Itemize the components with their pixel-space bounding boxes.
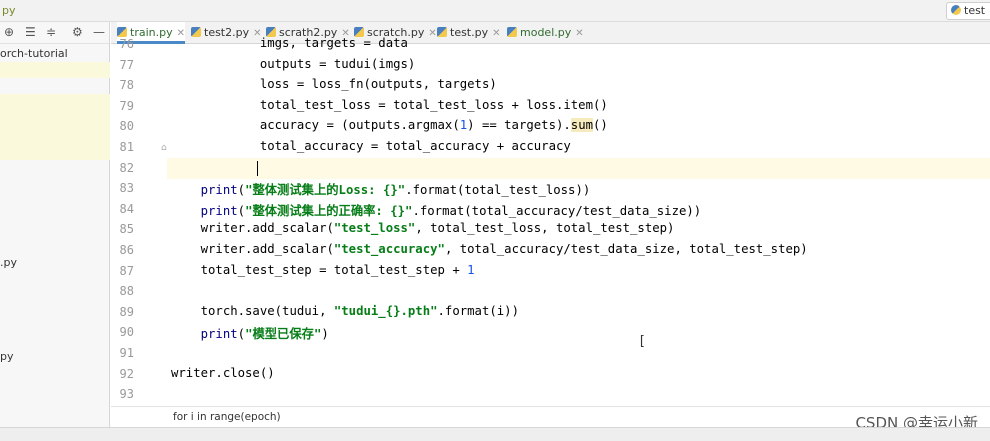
tab-model-py[interactable]: model.py ✕ [507, 22, 584, 44]
code-text: , total_accuracy/test_data_size, total_t… [444, 242, 808, 256]
line-number: 93 [119, 387, 134, 402]
code-text: torch.save(tudui, [171, 303, 334, 318]
tree-file-item[interactable]: .py [0, 256, 110, 269]
tab-test-py[interactable]: test.py ✕ [437, 22, 501, 44]
code-text: loss = loss_fn(outputs, targets) [171, 77, 497, 92]
code-text: accuracy = (outputs.argmax( [171, 118, 460, 133]
code-text: ( [237, 183, 246, 198]
code-line[interactable]: total_test_step = total_test_step + 1 [171, 263, 475, 277]
highlighted-token: sum [570, 118, 594, 133]
project-panel: ⊕ ☰ ≑ ⚙ — orch-tutorial .py py [0, 22, 110, 427]
line-number: 87 [119, 263, 134, 278]
string-token: "tudui_{}.pth" [333, 303, 438, 318]
collapse-all-icon[interactable]: ≑ [46, 25, 56, 39]
stray-bracket: [ [638, 334, 646, 349]
code-line[interactable]: total_test_loss = total_test_loss + loss… [171, 98, 608, 112]
tree-highlight [0, 62, 110, 78]
fold-marker-icon[interactable]: ⌂ [161, 143, 167, 153]
code-line[interactable]: total_accuracy = total_accuracy + accura… [171, 139, 571, 153]
tree-file-item[interactable]: py [0, 350, 110, 363]
line-number: 89 [119, 304, 134, 319]
code-text: writer.close() [171, 365, 275, 380]
line-number: 80 [119, 119, 134, 134]
code-line[interactable]: print("整体测试集上的Loss: {}".format(total_tes… [171, 180, 591, 198]
code-text: writer.add_scalar( [171, 242, 334, 256]
run-config-label: test [964, 4, 986, 17]
locate-target-icon[interactable]: ⊕ [4, 25, 14, 39]
line-number: 82 [119, 160, 134, 175]
string-token: "整体测试集上的Loss: {}" [245, 183, 406, 198]
string-token: "test_loss" [333, 221, 416, 236]
code-text: () [593, 118, 608, 133]
line-number: 88 [119, 284, 134, 299]
code-text: ) == targets). [467, 118, 571, 133]
code-line[interactable]: outputs = tudui(imgs) [171, 57, 415, 71]
builtin-token: print [200, 327, 238, 342]
run-config-selector[interactable]: test [946, 2, 990, 20]
python-file-icon [117, 27, 127, 37]
line-number: 90 [119, 325, 134, 340]
code-line[interactable]: writer.add_scalar("test_accuracy", total… [171, 242, 808, 256]
builtin-token: print [200, 203, 238, 218]
line-number: 79 [119, 98, 134, 113]
code-text: total_test_loss = total_test_loss + loss… [171, 97, 608, 112]
python-file-icon [951, 5, 961, 15]
gear-icon[interactable]: ⚙ [72, 25, 83, 39]
code-line[interactable]: accuracy = (outputs.argmax(1) == targets… [171, 118, 608, 133]
code-line[interactable]: imgs, targets = data [171, 36, 408, 50]
line-number: 91 [119, 346, 134, 360]
line-number: 86 [119, 243, 134, 257]
project-root-item[interactable]: orch-tutorial [0, 47, 110, 60]
line-number: 84 [119, 201, 134, 216]
string-token: "test_accuracy" [333, 242, 445, 256]
code-line[interactable]: print("模型已保存") [171, 324, 329, 342]
line-number: 77 [119, 57, 134, 72]
project-toolbar: ⊕ ☰ ≑ ⚙ — [0, 22, 109, 44]
code-text: imgs, targets = data [171, 36, 408, 50]
code-line[interactable]: torch.save(tudui, "tudui_{}.pth".format(… [171, 304, 519, 318]
builtin-token: print [200, 183, 238, 198]
code-text: outputs = tudui(imgs) [171, 56, 416, 71]
python-file-icon [437, 27, 447, 37]
code-line[interactable]: print("整体测试集上的正确率: {}".format(total_accu… [171, 201, 702, 219]
code-text: ) [321, 327, 329, 342]
code-text: ( [237, 203, 246, 218]
code-line[interactable]: loss = loss_fn(outputs, targets) [171, 77, 497, 91]
line-number: 92 [119, 366, 134, 381]
code-line[interactable]: writer.add_scalar("test_loss", total_tes… [171, 221, 675, 236]
code-text: total_test_step = total_test_step + [171, 262, 468, 277]
current-line-highlight [167, 158, 990, 179]
minimize-icon[interactable]: — [93, 25, 105, 39]
code-text: , total_test_loss, total_test_step) [415, 221, 675, 236]
line-number: 85 [119, 222, 134, 237]
python-file-icon [507, 27, 517, 37]
code-text: ( [237, 327, 246, 342]
string-token: "整体测试集上的正确率: {}" [245, 203, 413, 218]
tree-highlight [0, 94, 110, 160]
code-text: total_accuracy = total_accuracy + accura… [171, 139, 571, 153]
number-token: 1 [467, 262, 475, 277]
line-number: 78 [119, 78, 134, 93]
close-icon[interactable]: ✕ [492, 28, 500, 39]
line-number: 83 [119, 181, 134, 196]
app-name: py [2, 4, 16, 17]
code-text: .format(total_accuracy/test_data_size)) [412, 203, 702, 218]
title-bar: py test [0, 0, 990, 22]
code-line[interactable]: writer.close() [171, 366, 275, 380]
expand-all-icon[interactable]: ☰ [25, 25, 36, 39]
line-number: 76 [119, 37, 134, 51]
code-text: writer.add_scalar( [171, 221, 334, 236]
line-number: 81 [119, 140, 134, 154]
text-caret [257, 161, 258, 176]
code-text: .format(total_test_loss)) [405, 183, 591, 198]
string-token: "模型已保存" [245, 327, 322, 342]
close-icon[interactable]: ✕ [428, 28, 436, 39]
close-icon[interactable]: ✕ [575, 28, 583, 39]
code-text: .format(i)) [437, 303, 519, 318]
status-bar [0, 427, 990, 441]
